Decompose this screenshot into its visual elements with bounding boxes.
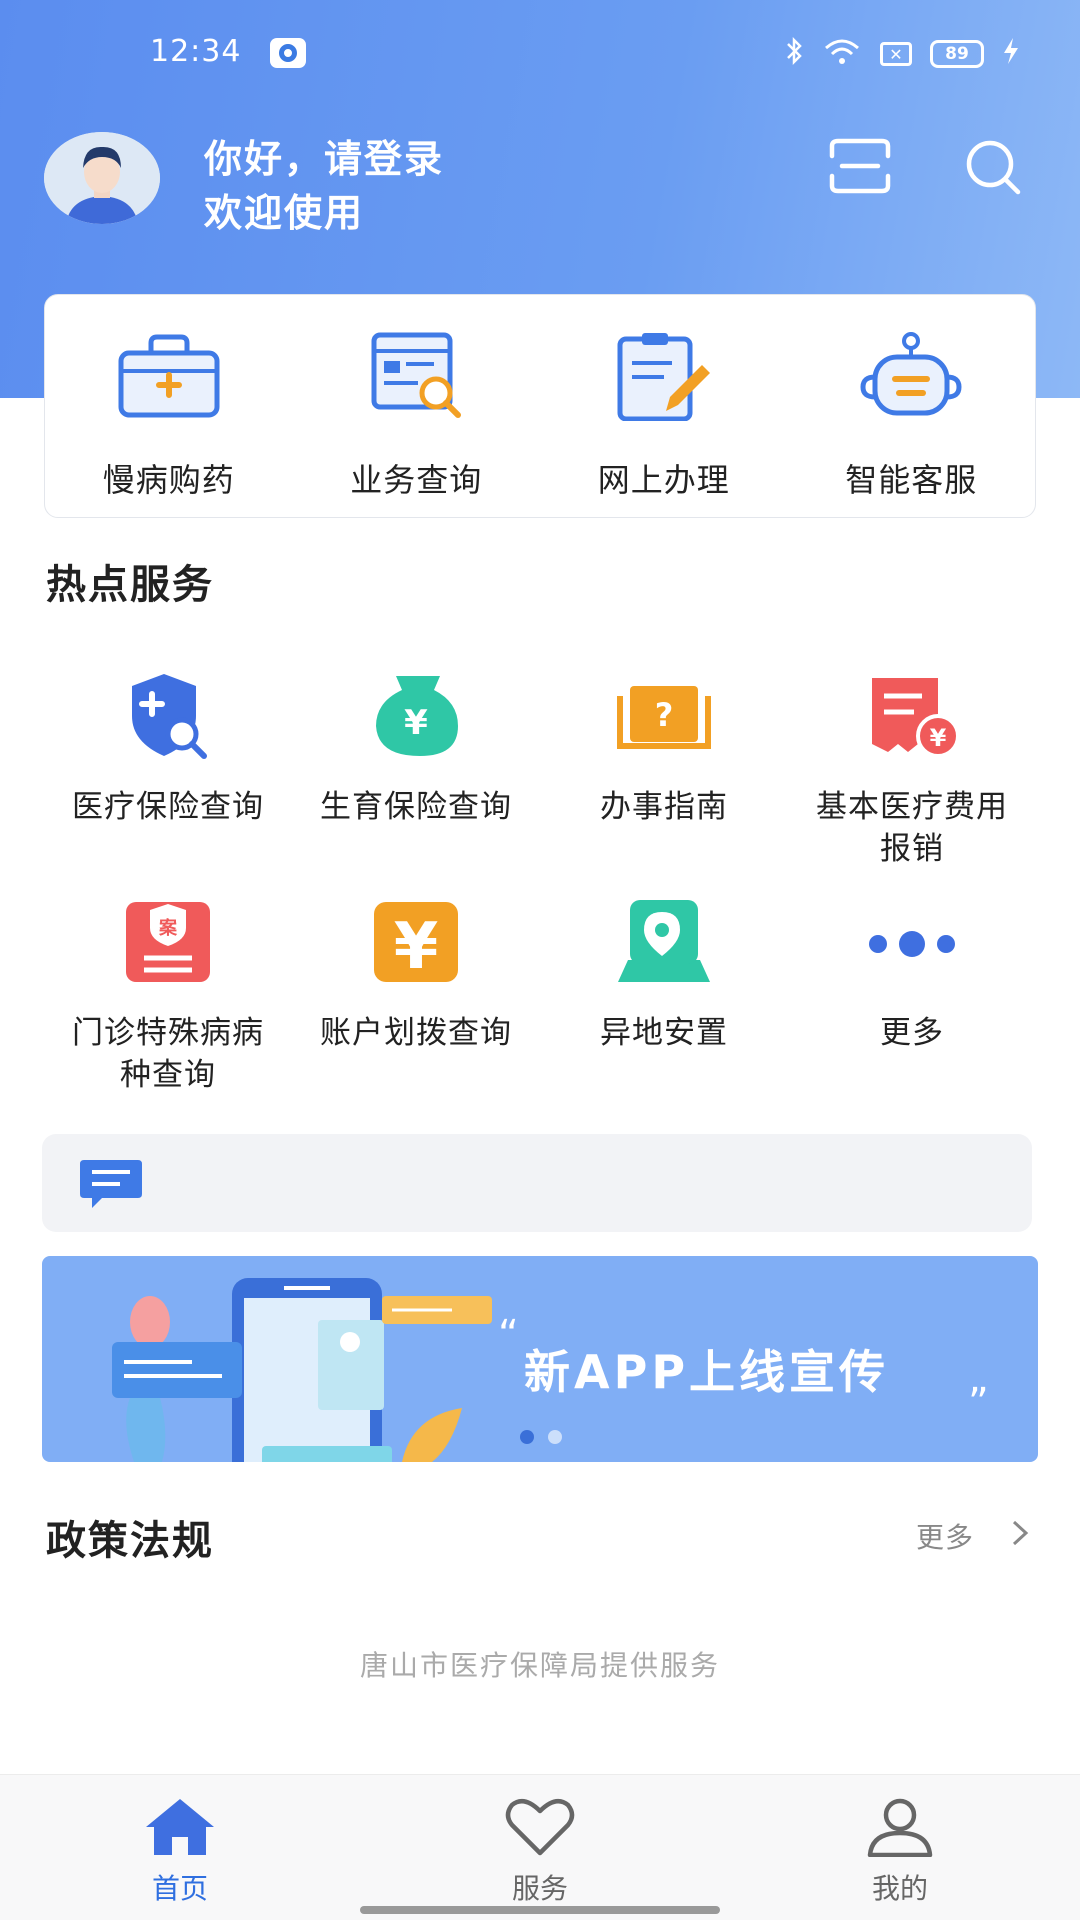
guide-book-icon: ? [614,672,714,766]
notice-bar[interactable] [42,1134,1032,1232]
clipboard-edit-icon [610,331,718,425]
message-icon [78,1156,144,1212]
quick-action-label: 业务查询 [350,461,483,499]
yuan-coin-icon: ¥ [366,898,466,992]
welcome-text: 欢迎使用 [204,191,365,235]
quick-actions-card: 慢病购药 业务查询 网上办理 智能客服 [44,294,1036,518]
search-icon[interactable] [964,138,1024,198]
hot-service-label: 基本医疗费用报销 [816,789,1008,867]
banner-title: 新APP上线宣传 [524,1345,890,1399]
robot-icon [857,331,965,425]
medicine-box-icon [115,331,223,425]
hot-service-more[interactable]: 更多 [788,898,1036,1124]
scan-icon[interactable] [828,138,892,194]
status-indicators: ✕ 89 [784,36,1020,72]
hot-service-label: 生育保险查询 [320,789,512,825]
svg-text:¥: ¥ [394,910,439,984]
map-location-icon [614,898,714,992]
quick-action-label: 智能客服 [845,461,978,499]
quote-mark-open: “ [498,1312,519,1358]
bluetooth-icon [784,36,804,73]
banner-dot[interactable] [548,1430,562,1444]
phone-illustration [112,1276,492,1462]
svg-text:¥: ¥ [930,724,947,752]
quick-action-label: 网上办理 [597,461,730,499]
hot-service-label: 门诊特殊病病种查询 [72,1015,264,1093]
eye-icon [270,38,306,68]
tab-profile[interactable]: 我的 [720,1775,1080,1920]
quick-action-label: 慢病购药 [102,461,235,499]
document-search-icon [362,331,470,425]
hot-service-medical-insurance[interactable]: 医疗保险查询 [44,672,292,898]
hot-service-maternity-insurance[interactable]: ¥ 生育保险查询 [292,672,540,898]
wifi-icon [822,36,862,73]
hot-services-title: 热点服务 [46,562,214,608]
tab-label: 首页 [151,1872,208,1905]
policy-more-link[interactable]: 更多 [916,1516,974,1556]
tab-services[interactable]: 服务 [360,1775,720,1920]
home-icon [144,1797,216,1861]
receipt-yuan-icon: ¥ [862,672,962,766]
case-file-icon: 案 [118,898,218,992]
quick-action-chronic-medicine[interactable]: 慢病购药 [45,295,293,517]
sim-off-icon: ✕ [880,42,912,66]
status-time: 12:34 [150,34,242,69]
heart-icon [504,1797,576,1861]
battery-icon: 89 [930,40,984,68]
bottom-tab-bar: 首页 服务 我的 [0,1774,1080,1920]
hot-services-grid: 医疗保险查询 ¥ 生育保险查询 ? 办事指南 ¥ 基本医疗费用报销 案 门诊特殊… [44,672,1036,1124]
promo-banner[interactable]: “ 新APP上线宣传 ” [42,1256,1038,1462]
avatar[interactable] [44,132,160,224]
login-prompt[interactable]: 你好，请登录 [204,128,444,183]
hot-service-label: 更多 [880,1015,944,1051]
chevron-right-icon[interactable] [1010,1516,1030,1550]
svg-text:¥: ¥ [404,703,428,743]
hot-service-relocation[interactable]: 异地安置 [540,898,788,1124]
shield-search-icon [118,672,218,766]
svg-text:?: ? [655,696,674,734]
home-indicator[interactable] [360,1906,720,1914]
status-bar: 12:34 ✕ 89 [0,0,1080,110]
svg-text:案: 案 [158,917,178,939]
money-bag-icon: ¥ [366,672,466,766]
quick-action-smart-service[interactable]: 智能客服 [788,295,1036,517]
quick-action-business-query[interactable]: 业务查询 [293,295,541,517]
banner-pagination [520,1430,562,1444]
service-provider-text: 唐山市医疗保障局提供服务 [359,1649,720,1682]
tab-label: 我的 [871,1872,928,1905]
hot-service-label: 账户划拨查询 [320,1015,512,1051]
hot-service-reimbursement[interactable]: ¥ 基本医疗费用报销 [788,672,1036,898]
hot-service-outpatient-special[interactable]: 案 门诊特殊病病种查询 [44,898,292,1124]
quote-mark-close: ” [968,1380,989,1426]
hot-service-account-transfer[interactable]: ¥ 账户划拨查询 [292,898,540,1124]
hot-service-label: 异地安置 [600,1015,728,1051]
tab-home[interactable]: 首页 [0,1775,360,1920]
tab-label: 服务 [511,1872,568,1905]
policy-title: 政策法规 [46,1518,214,1564]
banner-dot-active[interactable] [520,1430,534,1444]
user-icon [864,1797,936,1861]
hot-service-guide[interactable]: ? 办事指南 [540,672,788,898]
hot-service-label: 医疗保险查询 [72,789,264,825]
quick-action-online-service[interactable]: 网上办理 [540,295,788,517]
more-dots-icon [862,898,962,992]
charging-icon [1002,36,1020,73]
hot-service-label: 办事指南 [600,789,728,825]
